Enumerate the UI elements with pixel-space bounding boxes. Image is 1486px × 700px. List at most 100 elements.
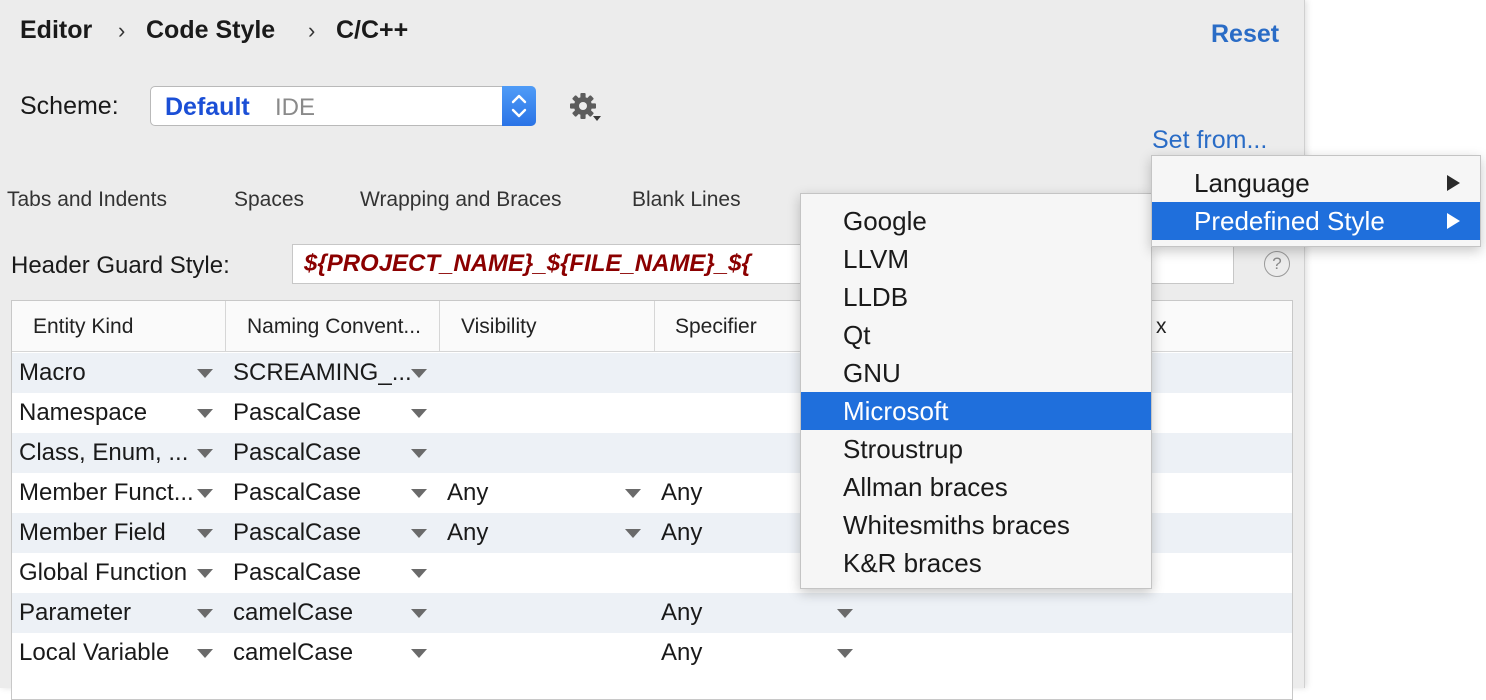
dropdown-caret-icon[interactable] xyxy=(197,489,213,498)
convention-cell: camelCase xyxy=(233,639,354,666)
column-divider xyxy=(439,301,440,351)
column-specifier[interactable]: Specifier xyxy=(675,315,757,339)
menu-item-gnu[interactable]: GNU xyxy=(801,354,1151,392)
menu-item-predefined-style[interactable]: Predefined Style xyxy=(1152,202,1480,240)
column-divider xyxy=(654,301,655,351)
table-row[interactable]: Local Variable camelCase Any xyxy=(12,633,1292,673)
specifier-cell: Any xyxy=(661,519,703,546)
column-visibility[interactable]: Visibility xyxy=(461,315,536,339)
dropdown-caret-icon[interactable] xyxy=(197,369,213,378)
dropdown-caret-icon[interactable] xyxy=(411,409,427,418)
dropdown-caret-icon[interactable] xyxy=(197,609,213,618)
convention-cell: PascalCase xyxy=(233,559,362,586)
tab-blank-lines[interactable]: Blank Lines xyxy=(632,188,741,212)
menu-item-label: Whitesmiths braces xyxy=(843,510,1070,540)
table-row[interactable]: Parameter camelCase Any xyxy=(12,593,1292,633)
menu-item-google[interactable]: Google xyxy=(801,202,1151,240)
dropdown-caret-icon[interactable] xyxy=(837,609,853,618)
dropdown-caret-icon[interactable] xyxy=(625,489,641,498)
header-guard-value: ${PROJECT_NAME}_${FILE_NAME}_${ xyxy=(304,250,751,277)
tab-wrapping-and-braces[interactable]: Wrapping and Braces xyxy=(360,188,562,212)
menu-item-label: LLVM xyxy=(843,244,909,274)
menu-item-label: Microsoft xyxy=(843,396,949,426)
column-entity-kind[interactable]: Entity Kind xyxy=(33,315,133,339)
dropdown-caret-icon[interactable] xyxy=(197,449,213,458)
menu-item-kr-braces[interactable]: K&R braces xyxy=(801,544,1151,582)
menu-item-label: Allman braces xyxy=(843,472,1008,502)
tab-tabs-and-indents[interactable]: Tabs and Indents xyxy=(7,188,167,212)
menu-item-lldb[interactable]: LLDB xyxy=(801,278,1151,316)
help-icon[interactable]: ? xyxy=(1264,251,1290,277)
submenu-arrow-icon xyxy=(1447,175,1460,191)
column-hidden-suffix: x xyxy=(1156,315,1167,338)
dropdown-caret-icon[interactable] xyxy=(411,609,427,618)
stepper-icon[interactable] xyxy=(502,86,536,126)
dropdown-caret-icon[interactable] xyxy=(197,649,213,658)
column-naming-convention[interactable]: Naming Convent... xyxy=(247,315,421,339)
menu-item-label: Stroustrup xyxy=(843,434,963,464)
entity-kind-cell: Parameter xyxy=(19,599,132,626)
tab-spaces[interactable]: Spaces xyxy=(234,188,304,212)
specifier-cell: Any xyxy=(661,599,703,626)
menu-item-microsoft[interactable]: Microsoft xyxy=(801,392,1151,430)
convention-cell: PascalCase xyxy=(233,399,362,426)
dropdown-caret-icon[interactable] xyxy=(197,569,213,578)
menu-item-label: LLDB xyxy=(843,282,909,312)
scheme-type: IDE xyxy=(275,94,316,121)
breadcrumb-separator-icon: › xyxy=(308,18,316,43)
dropdown-caret-icon[interactable] xyxy=(411,569,427,578)
convention-cell: PascalCase xyxy=(233,479,362,506)
set-from-menu: Language Predefined Style xyxy=(1151,155,1481,247)
entity-kind-cell: Member Funct... xyxy=(19,479,194,506)
menu-item-label: GNU xyxy=(843,358,901,388)
entity-kind-cell: Local Variable xyxy=(19,639,170,666)
specifier-cell: Any xyxy=(661,639,703,666)
menu-item-label: Language xyxy=(1194,168,1310,198)
scheme-label: Scheme: xyxy=(20,92,119,120)
entity-kind-cell: Class, Enum, ... xyxy=(19,439,189,466)
breadcrumb-cpp: C/C++ xyxy=(336,16,409,44)
menu-item-label: Google xyxy=(843,206,927,236)
dropdown-caret-icon[interactable] xyxy=(411,489,427,498)
stepper-arrows xyxy=(511,94,527,118)
dropdown-caret-icon[interactable] xyxy=(411,369,427,378)
set-from-link[interactable]: Set from... xyxy=(1152,126,1267,155)
entity-kind-cell: Member Field xyxy=(19,519,166,546)
dropdown-caret-icon[interactable] xyxy=(411,449,427,458)
menu-item-language[interactable]: Language xyxy=(1152,164,1480,202)
visibility-cell: Any xyxy=(447,519,489,546)
menu-item-label: Qt xyxy=(843,320,871,350)
menu-item-label: Predefined Style xyxy=(1194,206,1385,236)
dropdown-caret-icon[interactable] xyxy=(411,529,427,538)
menu-item-llvm[interactable]: LLVM xyxy=(801,240,1151,278)
specifier-cell: Any xyxy=(661,479,703,506)
convention-cell: SCREAMING_... xyxy=(233,359,412,386)
convention-cell: PascalCase xyxy=(233,519,362,546)
column-divider xyxy=(225,301,226,351)
menu-item-stroustrup[interactable]: Stroustrup xyxy=(801,430,1151,468)
dropdown-caret-icon[interactable] xyxy=(197,409,213,418)
menu-item-whitesmiths-braces[interactable]: Whitesmiths braces xyxy=(801,506,1151,544)
menu-item-label: K&R braces xyxy=(843,548,982,578)
convention-cell: PascalCase xyxy=(233,439,362,466)
dropdown-caret-icon[interactable] xyxy=(411,649,427,658)
convention-cell: camelCase xyxy=(233,599,354,626)
reset-link[interactable]: Reset xyxy=(1211,20,1279,49)
entity-kind-cell: Global Function xyxy=(19,559,188,586)
entity-kind-cell: Namespace xyxy=(19,399,148,426)
scheme-name: Default xyxy=(165,93,250,121)
header-guard-label: Header Guard Style: xyxy=(11,252,230,279)
scheme-select[interactable]: Default IDE xyxy=(150,86,536,126)
dropdown-caret-icon[interactable] xyxy=(837,649,853,658)
dropdown-caret-icon[interactable] xyxy=(625,529,641,538)
breadcrumb-code-style[interactable]: Code Style xyxy=(146,16,275,45)
entity-kind-cell: Macro xyxy=(19,359,86,386)
predefined-style-menu: Google LLVM LLDB Qt GNU Microsoft Strous… xyxy=(800,193,1152,589)
dropdown-caret-icon[interactable] xyxy=(197,529,213,538)
breadcrumb-editor[interactable]: Editor xyxy=(20,16,92,45)
gear-icon[interactable] xyxy=(568,90,602,124)
menu-item-qt[interactable]: Qt xyxy=(801,316,1151,354)
menu-item-allman-braces[interactable]: Allman braces xyxy=(801,468,1151,506)
visibility-cell: Any xyxy=(447,479,489,506)
submenu-arrow-icon xyxy=(1447,213,1460,229)
